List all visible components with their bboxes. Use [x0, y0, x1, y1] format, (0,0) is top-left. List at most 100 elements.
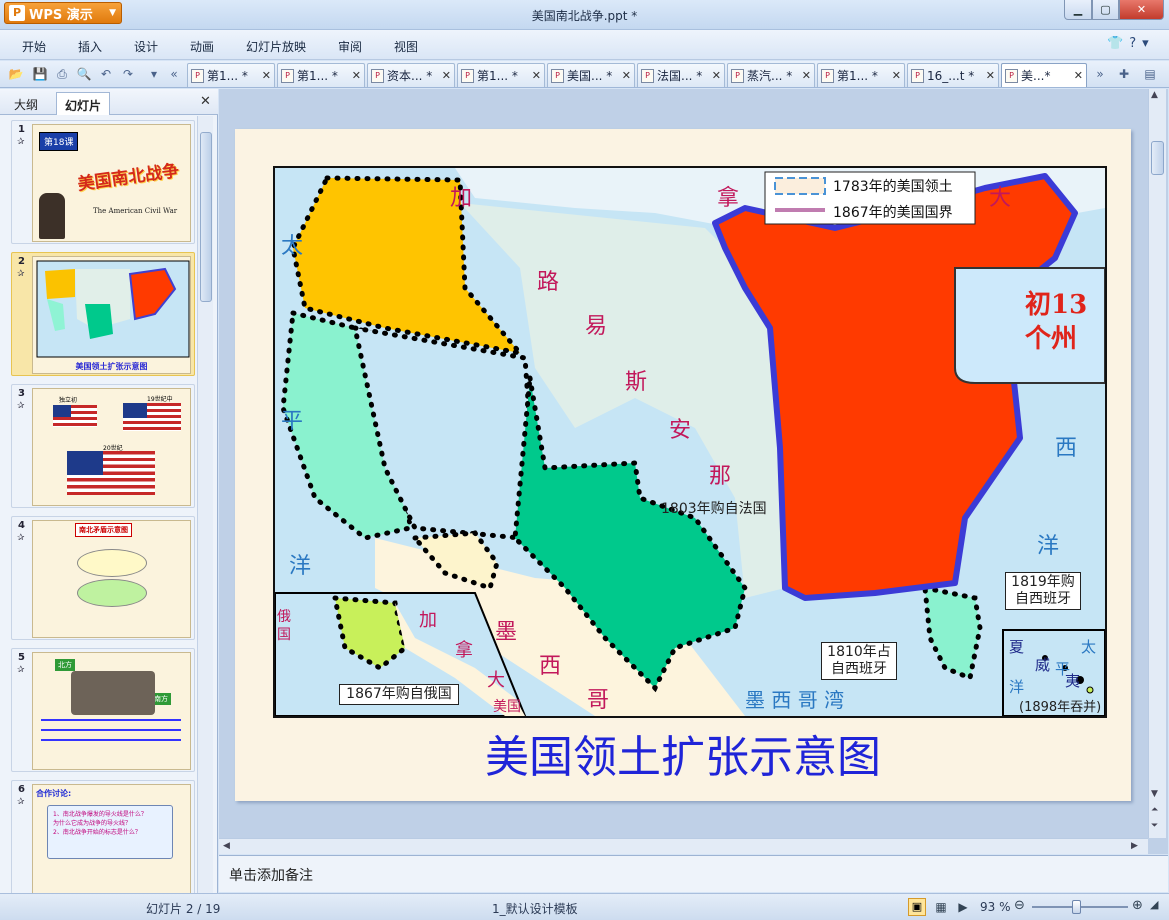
- menu-home[interactable]: 开始: [22, 38, 46, 55]
- thumbnail-preview: 南北矛盾示意图: [32, 520, 191, 638]
- slide-sorter-icon[interactable]: ▦: [932, 898, 950, 916]
- doc-tab[interactable]: P 16_...t * ✕: [907, 63, 999, 87]
- template-name: 1_默认设计模板: [492, 902, 578, 916]
- panel-tabs: 大纲 幻灯片 ✕: [0, 89, 218, 115]
- slide-thumbnail-3[interactable]: 3 ✰ 独立初 19世纪中 20世纪: [11, 384, 195, 508]
- doc-tab[interactable]: P 法国... * ✕: [637, 63, 725, 87]
- mini-map-image: [36, 260, 190, 358]
- slide-title[interactable]: 美国领土扩张示意图: [235, 721, 1131, 785]
- undo-icon[interactable]: ↶: [98, 66, 114, 82]
- close-icon[interactable]: ✕: [622, 69, 631, 82]
- close-icon[interactable]: ✕: [532, 69, 541, 82]
- scrollbar-thumb[interactable]: [1151, 141, 1164, 175]
- label-1819-florida: 1819年购 自西班牙: [1005, 572, 1081, 610]
- redo-icon[interactable]: ↷: [120, 66, 136, 82]
- slide-thumbnail-5[interactable]: 5 ✰ 北方 南方: [11, 648, 195, 772]
- doc-tab[interactable]: P 第1... * ✕: [817, 63, 905, 87]
- resize-grip-icon[interactable]: ◢: [1150, 898, 1158, 911]
- tabs-left-icon[interactable]: «: [166, 66, 182, 82]
- thumbnail-title: 美国南北战争: [76, 160, 181, 195]
- doc-tab[interactable]: P 资本... * ✕: [367, 63, 455, 87]
- ppt-file-icon: P: [191, 68, 204, 83]
- tab-slides[interactable]: 幻灯片: [56, 92, 111, 115]
- close-icon[interactable]: ✕: [1074, 69, 1083, 82]
- star-icon: ✰: [17, 665, 25, 675]
- label-inset-canada-3: 大: [487, 670, 505, 691]
- scrollbar-thumb[interactable]: [200, 132, 212, 302]
- print-preview-icon[interactable]: 🔍: [76, 66, 92, 82]
- menu-slideshow[interactable]: 幻灯片放映: [246, 38, 306, 55]
- menu-design[interactable]: 设计: [134, 38, 158, 55]
- label-canada-2: 拿: [717, 186, 740, 211]
- menu-animation[interactable]: 动画: [190, 38, 214, 55]
- menu-insert[interactable]: 插入: [78, 38, 102, 55]
- diagram-lines: [43, 541, 181, 629]
- close-icon[interactable]: ✕: [262, 69, 271, 82]
- tab-list-icon[interactable]: ▤: [1142, 66, 1158, 82]
- chevron-down-icon[interactable]: ▾: [1142, 36, 1149, 51]
- slide-thumbnail-1[interactable]: 1 ✰ 第18课 美国南北战争 The American Civil War: [11, 120, 195, 244]
- notes-placeholder[interactable]: 单击添加备注: [229, 865, 313, 885]
- zoom-slider-handle[interactable]: [1072, 900, 1081, 914]
- close-icon[interactable]: ✕: [200, 94, 211, 109]
- editor-vertical-scrollbar[interactable]: ▲ ▼ ⏶ ⏷: [1148, 89, 1166, 838]
- label-atlantic-2: 洋: [1037, 534, 1060, 559]
- label-russia: 俄 国: [277, 609, 291, 643]
- close-button[interactable]: ✕: [1119, 0, 1164, 20]
- prev-slide-icon[interactable]: ⏶: [1151, 805, 1158, 815]
- zoom-out-icon[interactable]: ⊖: [1014, 898, 1025, 913]
- thumbnail-scrollbar[interactable]: [197, 116, 213, 893]
- doc-tab[interactable]: P 第1... * ✕: [187, 63, 275, 87]
- label-louisiana-1: 路: [537, 270, 560, 295]
- close-icon[interactable]: ✕: [712, 69, 721, 82]
- thumbnail-preview: 美国领土扩张示意图: [32, 256, 191, 374]
- star-icon: ✰: [17, 401, 25, 411]
- maximize-button[interactable]: ▢: [1092, 0, 1119, 20]
- tab-outline[interactable]: 大纲: [6, 92, 46, 115]
- territory-map: 1783年的美国领土 1867年的美国国界 加 拿 大 路 易 斯 安 那 18…: [273, 166, 1107, 718]
- new-tab-icon[interactable]: ✚: [1116, 66, 1132, 82]
- scroll-up-icon[interactable]: ▲: [1151, 90, 1158, 100]
- help-icon[interactable]: ?: [1129, 36, 1136, 51]
- customize-icon[interactable]: ▾: [146, 66, 162, 82]
- shirt-icon[interactable]: 👕: [1107, 36, 1123, 51]
- ppt-file-icon: P: [281, 68, 294, 83]
- thumbnail-preview: 北方 南方: [32, 652, 191, 770]
- doc-tab[interactable]: P 第1... * ✕: [457, 63, 545, 87]
- print-icon[interactable]: ⎙: [54, 66, 70, 82]
- slide-thumbnail-2[interactable]: 2 ✰ 美国领土扩张示意图: [11, 252, 195, 376]
- label-hawaii-1: 夏: [1009, 638, 1025, 656]
- slideshow-icon[interactable]: ▶: [954, 898, 972, 916]
- open-folder-icon[interactable]: 📂: [8, 66, 24, 82]
- close-icon[interactable]: ✕: [986, 69, 995, 82]
- doc-tab[interactable]: P 美国... * ✕: [547, 63, 635, 87]
- label-atlantic-1: 西: [1055, 436, 1078, 461]
- scroll-left-icon[interactable]: ◀: [223, 841, 230, 851]
- close-icon[interactable]: ✕: [802, 69, 811, 82]
- next-slide-icon[interactable]: ⏷: [1151, 821, 1158, 831]
- us-flag-image: [67, 451, 155, 495]
- scroll-down-icon[interactable]: ▼: [1151, 789, 1158, 799]
- zoom-in-icon[interactable]: ⊕: [1132, 898, 1143, 913]
- save-icon[interactable]: 💾: [32, 66, 48, 82]
- close-icon[interactable]: ✕: [352, 69, 361, 82]
- menu-view[interactable]: 视图: [394, 38, 418, 55]
- minimize-button[interactable]: ▁: [1064, 0, 1092, 20]
- ppt-file-icon: P: [461, 68, 474, 83]
- normal-view-icon[interactable]: ▣: [908, 898, 926, 916]
- lesson-badge: 第18课: [39, 132, 79, 151]
- doc-tab[interactable]: P 蒸汽... * ✕: [727, 63, 815, 87]
- slide-thumbnail-4[interactable]: 4 ✰ 南北矛盾示意图: [11, 516, 195, 640]
- doc-tab[interactable]: P 第1... * ✕: [277, 63, 365, 87]
- doc-tab-active[interactable]: P 美...* ✕: [1001, 63, 1087, 87]
- close-icon[interactable]: ✕: [442, 69, 451, 82]
- menu-review[interactable]: 审阅: [338, 38, 362, 55]
- notes-pane[interactable]: 单击添加备注: [219, 855, 1168, 892]
- scroll-right-icon[interactable]: ▶: [1131, 841, 1138, 851]
- editor-horizontal-scrollbar[interactable]: ◀ ▶: [219, 838, 1148, 854]
- close-icon[interactable]: ✕: [892, 69, 901, 82]
- thumbnail-title: 合作讨论:: [36, 789, 72, 798]
- tabs-right-icon[interactable]: »: [1092, 66, 1108, 82]
- slide-thumbnail-6[interactable]: 6 ✰ 合作讨论: 1、南北战争爆发的导火线是什么？ 为什么它成为战争的导火线？…: [11, 780, 195, 893]
- slide-canvas[interactable]: 1783年的美国领土 1867年的美国国界 加 拿 大 路 易 斯 安 那 18…: [235, 129, 1131, 801]
